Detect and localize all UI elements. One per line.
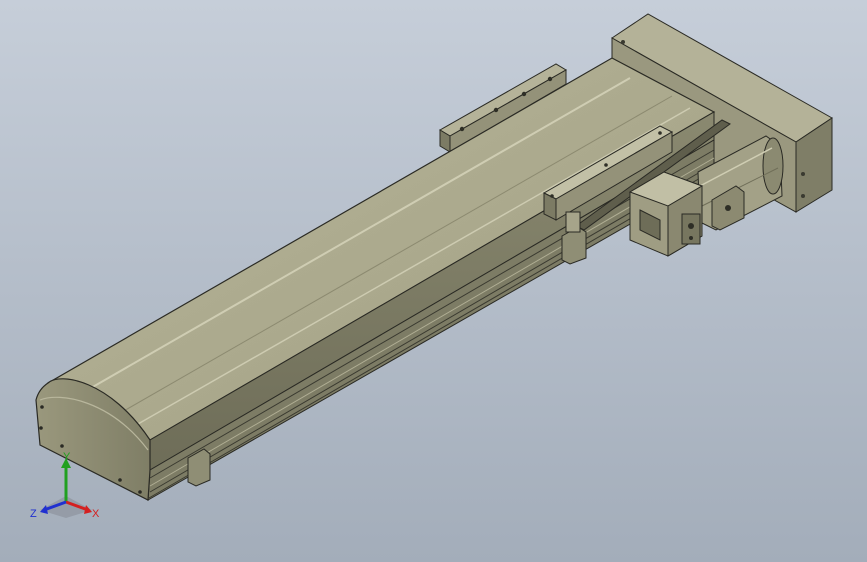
linear-actuator-model[interactable] <box>0 0 867 562</box>
linear-actuator-body[interactable] <box>35 57 716 501</box>
cad-viewport[interactable]: Y X Z <box>0 0 867 562</box>
y-axis-label: Y <box>63 452 71 463</box>
orientation-triad[interactable]: Y X Z <box>26 452 106 524</box>
z-axis-label: Z <box>30 508 37 520</box>
x-axis-label: X <box>92 508 100 520</box>
